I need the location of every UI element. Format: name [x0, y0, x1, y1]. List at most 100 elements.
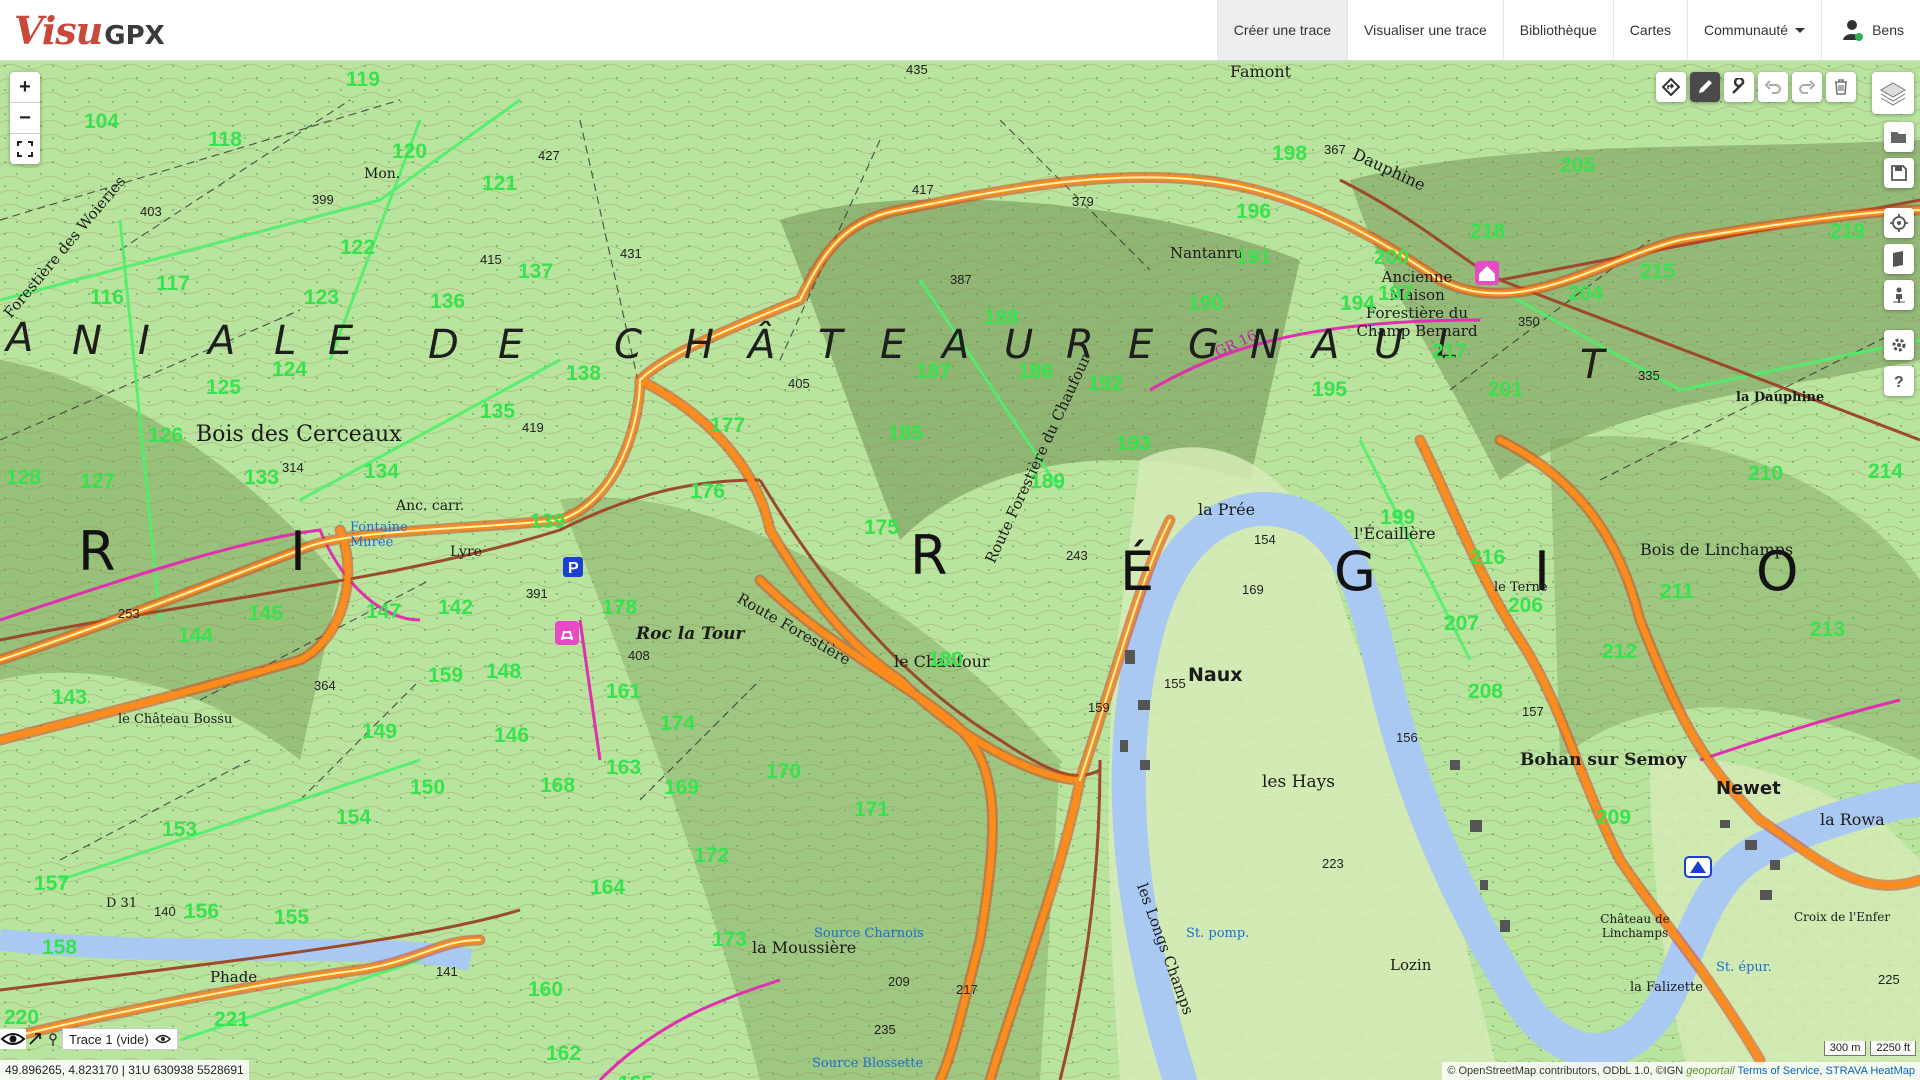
parcel-number: 178 — [602, 596, 638, 619]
spot-height: 403 — [140, 204, 162, 219]
parcel-number: 199 — [1380, 506, 1416, 529]
spot-height: 364 — [314, 678, 336, 693]
terms-link[interactable]: Terms of Service — [1737, 1065, 1819, 1077]
street-view-button[interactable] — [1884, 280, 1914, 310]
parcel-number: 198 — [1272, 142, 1308, 165]
layers-icon — [1880, 82, 1906, 106]
cursor-coordinates: 49.896265, 4.823170 | 31U 630938 5528691 — [0, 1060, 249, 1080]
region-letter: A — [6, 315, 34, 361]
spot-height: 367 — [1324, 142, 1346, 157]
strava-heatmap-link[interactable]: STRAVA HeatMap — [1826, 1065, 1915, 1077]
spot-height: 350 — [1518, 314, 1540, 329]
camping-icon[interactable] — [1684, 856, 1712, 878]
map-canvas[interactable]: A N I A L E D E C H Â T E A U R E G N A … — [0, 60, 1920, 1080]
spot-height: 159 — [1088, 700, 1110, 715]
spot-height: 405 — [788, 376, 810, 391]
parcel-number: 128 — [6, 466, 42, 489]
map-scale: 300 m 2250 ft — [1823, 1041, 1916, 1056]
logo-visu: Visu — [14, 8, 103, 53]
tools-button[interactable] — [1724, 72, 1754, 102]
scale-metric: 300 m — [1823, 1041, 1867, 1056]
parcel-number: 171 — [854, 798, 890, 821]
parcel-number: 197 — [1378, 282, 1414, 305]
user-avatar-icon — [1843, 20, 1864, 41]
trace-tab[interactable]: Trace 1 (vide) — [62, 1028, 178, 1050]
parcel-number: 185 — [888, 422, 924, 445]
parcel-number: 158 — [42, 936, 78, 959]
region-letter: A — [208, 318, 236, 364]
nav-create-trace[interactable]: Créer une trace — [1216, 0, 1348, 60]
parcel-number: 138 — [566, 362, 602, 385]
nav-maps[interactable]: Cartes — [1612, 0, 1687, 60]
eye-icon[interactable] — [0, 1029, 26, 1049]
svg-text:P: P — [568, 560, 579, 577]
pencil-icon — [1699, 80, 1712, 93]
parcel-number: 149 — [362, 720, 398, 743]
nav-library[interactable]: Bibliothèque — [1502, 0, 1613, 60]
undo-button[interactable] — [1758, 72, 1788, 102]
parcel-number: 150 — [410, 776, 446, 799]
parcel-number: 160 — [528, 978, 564, 1001]
spot-height: 141 — [436, 964, 458, 979]
nav-view-trace[interactable]: Visualiser une trace — [1347, 0, 1503, 60]
map-book-button[interactable] — [1884, 244, 1914, 274]
parcel-number: 124 — [272, 358, 308, 381]
main-nav: Créer une trace Visualiser une trace Bib… — [1216, 0, 1920, 60]
place-la-dauphine: la Dauphine — [1736, 390, 1825, 405]
undo-icon — [1764, 80, 1781, 94]
delete-trace-button[interactable] — [1826, 72, 1856, 102]
parcel-number: 119 — [346, 68, 380, 91]
picnic-area-icon[interactable] — [554, 620, 580, 646]
zoom-out-button[interactable]: − — [10, 103, 40, 134]
place-mon: Mon. — [364, 166, 401, 182]
region-letter: T — [818, 322, 843, 368]
visugpx-logo[interactable]: Visu GPX — [14, 8, 165, 53]
trace-visibility-icon[interactable] — [154, 1033, 171, 1045]
help-button[interactable]: ? — [1884, 366, 1914, 396]
place-st-epur: St. épur. — [1716, 960, 1772, 975]
nav-community-label: Communauté — [1704, 22, 1789, 38]
open-file-button[interactable] — [1884, 122, 1914, 152]
parking-icon[interactable]: P — [562, 556, 584, 578]
top-navbar: Visu GPX Créer une trace Visualiser une … — [0, 0, 1920, 61]
save-button[interactable] — [1884, 158, 1914, 188]
layers-button[interactable] — [1872, 72, 1914, 114]
nav-user-menu[interactable]: Bens — [1821, 0, 1920, 60]
region-letter: H — [684, 322, 715, 368]
parcel-number: 148 — [486, 660, 522, 683]
redo-icon — [1799, 80, 1816, 94]
parcel-number: 153 — [162, 818, 198, 841]
pin-icon[interactable] — [44, 1029, 62, 1049]
parcel-number: 204 — [1568, 282, 1604, 305]
redo-button[interactable] — [1792, 72, 1822, 102]
region-letter: E — [328, 318, 354, 364]
fullscreen-icon — [17, 141, 33, 157]
place-newet: Newet — [1716, 778, 1781, 799]
fullscreen-button[interactable] — [10, 134, 40, 164]
route-mode-button[interactable] — [1656, 72, 1686, 102]
save-icon — [1891, 165, 1907, 181]
zoom-in-button[interactable]: + — [10, 72, 40, 103]
forest-house-icon[interactable] — [1474, 260, 1500, 286]
draw-mode-button[interactable] — [1690, 72, 1720, 102]
expand-arrow-icon[interactable] — [26, 1029, 44, 1049]
settings-button[interactable] — [1884, 330, 1914, 360]
gear-icon — [1892, 338, 1906, 352]
chevron-down-icon — [1795, 27, 1806, 33]
place-le-terne: le Terne — [1494, 580, 1548, 595]
geoportail-logo[interactable]: geoportail — [1686, 1065, 1734, 1077]
parcel-number: 174 — [660, 712, 696, 735]
place-nantanru: Nantanru — [1170, 244, 1244, 262]
place-naux: Naux — [1188, 664, 1243, 686]
region-letter-big: É — [1120, 540, 1155, 603]
parcel-number: 214 — [1868, 460, 1904, 483]
parcel-number: 133 — [244, 466, 280, 489]
spot-height: 435 — [906, 62, 928, 77]
place-source-blossette: Source Blossette — [812, 1056, 924, 1071]
nav-community[interactable]: Communauté — [1687, 0, 1821, 60]
spot-height: 417 — [912, 182, 934, 197]
place-la-rowa: la Rowa — [1820, 810, 1885, 829]
locate-button[interactable] — [1884, 208, 1914, 238]
pegman-icon — [1893, 287, 1905, 303]
parcel-number: 215 — [1640, 260, 1676, 283]
